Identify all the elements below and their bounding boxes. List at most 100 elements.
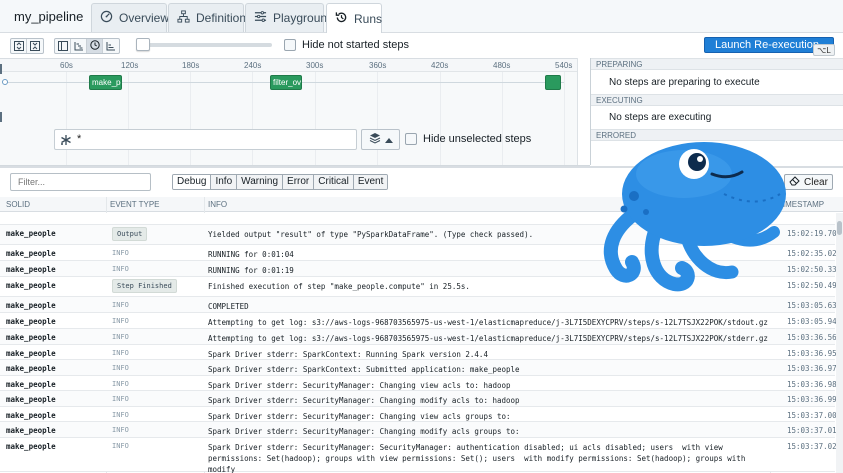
zoom-slider-handle[interactable] <box>136 38 150 51</box>
log-row[interactable]: make_people INFO Spark Driver stderr: Secu… <box>0 407 837 422</box>
definition-icon <box>177 10 190 26</box>
top-bar: my_pipeline Overview Definition Playgrou… <box>0 0 843 33</box>
log-timestamp: 15:03:37.00 <box>787 411 837 420</box>
log-scrollbar-thumb[interactable] <box>837 221 842 235</box>
step-bar-filter-over[interactable]: filter_ove <box>270 75 302 90</box>
log-info: Spark Driver stderr: SecurityManager: Ch… <box>208 412 511 421</box>
log-row[interactable]: make_people INFO Spark Driver stderr: Spar… <box>0 345 837 360</box>
log-info: Attempting to get log: s3://aws-logs-968… <box>208 318 768 327</box>
log-row[interactable]: make_people INFO Attempting to get log: s3… <box>0 329 837 345</box>
tab-label: Playground <box>273 11 334 25</box>
log-solid: make_people <box>6 229 56 238</box>
log-info: Spark Driver stderr: SparkContext: Runni… <box>208 350 488 359</box>
zoom-slider-track[interactable] <box>138 43 272 47</box>
event-type-tag: Output <box>112 227 148 241</box>
tab-label: Runs <box>354 11 383 26</box>
hide-unselected-label: Hide unselected steps <box>423 133 532 145</box>
log-row[interactable]: make_people INFO Spark Driver stderr: Secu… <box>0 376 837 391</box>
column-info: INFO <box>208 200 228 209</box>
log-solid: make_people <box>6 317 56 326</box>
lane-marker <box>0 112 2 122</box>
event-type-tag: Step Finished <box>112 279 177 293</box>
tab-playground[interactable]: Playground <box>245 3 334 32</box>
log-solid: make_people <box>6 281 56 290</box>
log-event-type: INFO <box>112 442 129 450</box>
log-info: Spark Driver stderr: SparkContext: Submi… <box>208 365 520 374</box>
level-info-toggle[interactable]: Info <box>211 175 238 189</box>
log-row[interactable]: make_people INFO Spark Driver stderr: Secu… <box>0 391 837 407</box>
hide-unselected-checkbox[interactable] <box>405 133 417 145</box>
log-event-type: INFO <box>112 265 129 273</box>
level-event-toggle[interactable]: Event <box>353 175 388 189</box>
hide-not-started-checkbox[interactable] <box>284 39 296 51</box>
tab-overview[interactable]: Overview <box>91 3 170 32</box>
log-event-type: INFO <box>112 411 129 419</box>
runs-icon <box>335 11 348 27</box>
step-bar-make-people[interactable]: make_pe <box>89 75 122 90</box>
octopus-mascot <box>594 134 804 304</box>
level-debug-toggle[interactable]: Debug <box>173 175 212 189</box>
step-selector-value: * <box>77 133 82 145</box>
split-view-button[interactable] <box>55 39 71 53</box>
level-error-toggle[interactable]: Error <box>283 175 315 189</box>
level-critical-toggle[interactable]: Critical <box>314 175 354 189</box>
time-view-button[interactable] <box>87 39 103 53</box>
waterfall-view-button[interactable] <box>71 39 87 53</box>
log-timestamp: 15:03:36.56 <box>787 333 837 342</box>
column-solid: SOLID <box>6 200 31 209</box>
preparing-text: No steps are preparing to execute <box>609 77 760 88</box>
step-selector-input[interactable]: * <box>54 129 357 150</box>
tick-label: 180s <box>182 61 200 70</box>
tab-runs[interactable]: Runs <box>326 3 382 33</box>
view-mode-group <box>54 38 120 54</box>
log-solid: make_people <box>6 426 56 435</box>
asterisk-selector-icon <box>60 130 72 153</box>
start-node <box>2 79 8 85</box>
log-scrollbar[interactable] <box>836 213 843 473</box>
flat-view-button[interactable] <box>103 39 119 53</box>
log-solid: make_people <box>6 301 56 310</box>
executing-text: No steps are executing <box>609 112 712 123</box>
log-row[interactable]: make_people INFO Spark Driver stderr: Secu… <box>0 422 837 438</box>
log-info: Attempting to get log: s3://aws-logs-968… <box>208 334 768 343</box>
caret-up-icon <box>384 134 393 146</box>
collapse-all-button[interactable] <box>27 39 43 53</box>
log-timestamp: 15:03:36.95 <box>787 349 837 358</box>
log-solid: make_people <box>6 364 56 373</box>
log-solid: make_people <box>6 380 56 389</box>
log-event-type: INFO <box>112 333 129 341</box>
step-bar-final[interactable] <box>545 75 561 90</box>
log-solid: make_people <box>6 265 56 274</box>
level-warning-toggle[interactable]: Warning <box>237 175 284 189</box>
log-timestamp: 15:03:36.97 <box>787 364 837 373</box>
preparing-header: PREPARING <box>591 58 843 70</box>
expand-collapse-group <box>10 38 44 54</box>
log-event-type: INFO <box>112 301 129 309</box>
tab-definition[interactable]: Definition <box>168 3 246 32</box>
layers-dropdown-button[interactable] <box>361 129 400 150</box>
log-event-type: INFO <box>112 380 129 388</box>
log-row[interactable]: make_people INFO Spark Driver stderr: Spar… <box>0 360 837 376</box>
log-event-type: INFO <box>112 395 129 403</box>
log-info: Spark Driver stderr: SecurityManager: Ch… <box>208 381 511 390</box>
log-row[interactable]: make_people INFO Spark Driver stderr: Secu… <box>0 438 837 473</box>
log-timestamp: 15:03:05.94 <box>787 317 837 326</box>
log-solid: make_people <box>6 333 56 342</box>
clock-icon <box>89 39 100 53</box>
tick-label: 240s <box>244 61 262 70</box>
executing-header: EXECUTING <box>591 94 843 106</box>
log-filter-input[interactable] <box>10 173 151 191</box>
log-event-type: INFO <box>112 349 129 357</box>
log-row[interactable]: make_people INFO Attempting to get log: s3… <box>0 313 837 329</box>
launch-shortcut-hint: ⌥L <box>813 44 835 56</box>
log-level-toggles: Debug Info Warning Error Critical Event <box>172 174 389 190</box>
expand-all-button[interactable] <box>11 39 27 53</box>
lane-marker <box>0 64 2 74</box>
log-timestamp: 15:03:36.98 <box>787 380 837 389</box>
log-timestamp: 15:03:37.01 <box>787 426 837 435</box>
tick-label: 360s <box>369 61 387 70</box>
layers-icon <box>369 132 381 147</box>
tick-label: 60s <box>60 61 73 70</box>
tab-label: Overview <box>119 11 170 25</box>
log-info: Spark Driver stderr: SecurityManager: Se… <box>208 443 746 473</box>
